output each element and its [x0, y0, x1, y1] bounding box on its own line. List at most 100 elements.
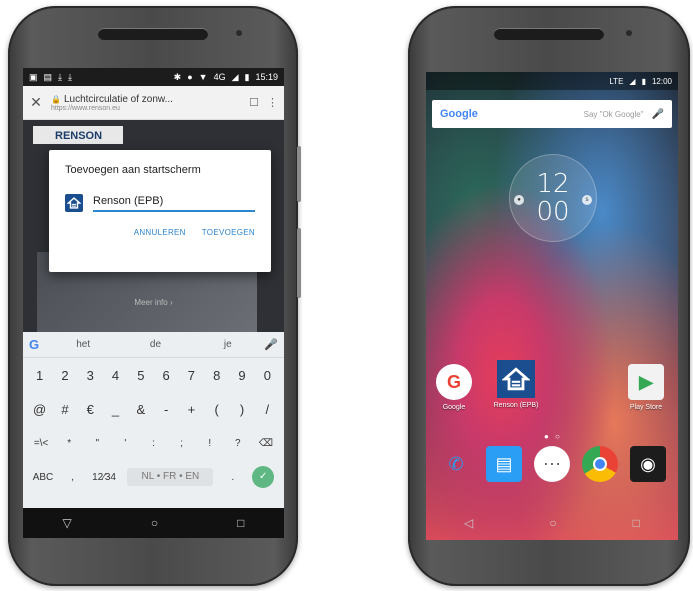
messages-icon[interactable]: ▤	[486, 446, 522, 482]
dnd-icon: ●	[187, 72, 193, 82]
key[interactable]: €	[82, 402, 98, 417]
wifi-icon: ▼	[198, 72, 208, 82]
dialog-actions: ANNULEREN TOEVOEGEN	[65, 228, 255, 237]
page-title: Luchtcirculatie of zonw...	[63, 93, 173, 105]
key[interactable]: 7	[183, 368, 199, 383]
phone-icon[interactable]: ✆	[438, 446, 474, 482]
google-logo-text: Google	[440, 108, 478, 120]
google-search-bar[interactable]: Google Say "Ok Google" 🎤	[432, 100, 672, 128]
key[interactable]: (	[209, 402, 225, 417]
recents-icon[interactable]: □	[633, 516, 640, 530]
backspace-key[interactable]: ⌫	[258, 438, 274, 449]
key[interactable]: 9	[234, 368, 250, 383]
comma-key[interactable]: ,	[65, 472, 81, 483]
lock-icon: 🔒	[51, 94, 61, 104]
key[interactable]: 5	[133, 368, 149, 383]
status-bar: ▣ ▤ ⤓ ⤓ ✱ ● ▼ 4G ◢ ▮ 15:19	[23, 68, 284, 86]
key[interactable]: #	[57, 402, 73, 417]
key[interactable]: "	[89, 438, 105, 449]
google-logo: Google	[440, 108, 478, 120]
key[interactable]: 8	[209, 368, 225, 383]
key[interactable]: ?	[230, 438, 246, 449]
search-hint: Say "Ok Google"	[583, 109, 644, 119]
key[interactable]: *	[61, 438, 77, 449]
mic-icon[interactable]: 🎤	[652, 109, 664, 120]
key[interactable]: &	[133, 402, 149, 417]
key[interactable]: /	[259, 402, 275, 417]
key[interactable]: 2	[57, 368, 73, 383]
key[interactable]: -	[158, 402, 174, 417]
key[interactable]: 3	[82, 368, 98, 383]
play-store-shortcut[interactable]: ▶ Play Store	[622, 364, 670, 411]
key[interactable]: +	[183, 402, 199, 417]
suggestion-3[interactable]: je	[192, 339, 264, 350]
network-label: 4G	[213, 72, 226, 82]
google-app-label: Google	[442, 404, 466, 411]
key[interactable]: '	[117, 438, 133, 449]
bottom-row: ABC , 12⁄34 NL • FR • EN . ✓	[23, 460, 284, 494]
cancel-button[interactable]: ANNULEREN	[134, 228, 186, 237]
right-screen: LTE ◢ ▮ 12:00 Google Say "Ok Google" 🎤 ●…	[426, 72, 678, 540]
page-title-row: 🔒 Luchtcirculatie of zonw...	[51, 94, 241, 105]
chrome-icon[interactable]	[582, 446, 618, 482]
space-bar[interactable]: NL • FR • EN	[127, 468, 214, 486]
stage: ▣ ▤ ⤓ ⤓ ✱ ● ▼ 4G ◢ ▮ 15:19 ✕ 🔒 Luchtcircu…	[0, 0, 693, 591]
dock: ✆ ▤ ⋯ ◉	[426, 446, 678, 482]
renson-app-label: Renson (EPB)	[493, 402, 539, 409]
mic-icon[interactable]: 🎤	[264, 338, 278, 351]
enter-key[interactable]: ✓	[252, 466, 275, 488]
symbol-row-2: =\< * " ' : ; ! ? ⌫	[23, 426, 284, 460]
add-button[interactable]: TOEVOEGEN	[202, 228, 255, 237]
renson-app-shortcut[interactable]: Renson (EPB)	[488, 360, 544, 409]
key[interactable]: 0	[259, 368, 275, 383]
key[interactable]: _	[108, 402, 124, 417]
app-drawer-icon[interactable]: ⋯	[534, 446, 570, 482]
key[interactable]: )	[234, 402, 250, 417]
front-camera	[236, 30, 242, 36]
speaker-grille	[494, 28, 604, 40]
house-icon	[67, 197, 81, 209]
battery-icon: ▮	[244, 71, 250, 82]
google-g-icon: G	[436, 364, 472, 400]
home-icon[interactable]: ○	[151, 516, 158, 530]
more-info-link[interactable]: Meer info ›	[23, 298, 284, 307]
suggestion-2[interactable]: de	[119, 339, 191, 350]
key[interactable]: 6	[158, 368, 174, 383]
shortcut-name-input[interactable]: Renson (EPB)	[93, 195, 255, 212]
key[interactable]: ;	[174, 438, 190, 449]
left-screen: ▣ ▤ ⤓ ⤓ ✱ ● ▼ 4G ◢ ▮ 15:19 ✕ 🔒 Luchtcircu…	[23, 68, 284, 538]
recents-icon[interactable]: □	[237, 516, 244, 530]
network-label: LTE	[609, 76, 624, 86]
google-app-shortcut[interactable]: G Google	[436, 364, 472, 411]
suggestion-1[interactable]: het	[47, 339, 119, 350]
key[interactable]: :	[145, 438, 161, 449]
home-icon[interactable]: ○	[549, 516, 556, 530]
onscreen-keyboard: G het de je 🎤 1 2 3 4 5 6 7 8 9 0 @ # € …	[23, 332, 284, 508]
back-icon[interactable]: ◁	[464, 516, 473, 530]
speaker-grille	[98, 28, 208, 40]
suggestion-strip: G het de je 🎤	[23, 332, 284, 358]
abc-key[interactable]: ABC	[33, 472, 54, 483]
google-g-icon[interactable]: G	[29, 337, 47, 352]
fraction-key[interactable]: 12⁄34	[92, 472, 116, 483]
key[interactable]: =\<	[33, 438, 49, 449]
home-screen: LTE ◢ ▮ 12:00 Google Say "Ok Google" 🎤 ●…	[426, 72, 678, 540]
key[interactable]: @	[32, 402, 48, 417]
overflow-menu-icon[interactable]: ⋮	[267, 96, 278, 109]
clock-widget[interactable]: ● s 12 00	[509, 154, 597, 242]
back-icon[interactable]: ▽	[63, 516, 72, 530]
signal-icon: ◢	[231, 71, 239, 82]
close-tab-button[interactable]: ✕	[29, 94, 43, 111]
bookmark-icon[interactable]: ☐	[249, 96, 259, 109]
add-to-homescreen-dialog: Toevoegen aan startscherm Renson (EPB) A…	[49, 150, 271, 272]
power-button	[297, 146, 301, 202]
key[interactable]: !	[202, 438, 218, 449]
camera-icon[interactable]: ◉	[630, 446, 666, 482]
brand-text: RENSON	[55, 130, 103, 142]
period-key[interactable]: .	[225, 472, 241, 483]
renson-app-icon	[65, 194, 83, 212]
key[interactable]: 4	[108, 368, 124, 383]
key[interactable]: 1	[32, 368, 48, 383]
play-store-icon: ▶	[628, 364, 664, 400]
renson-app-icon	[497, 360, 535, 398]
